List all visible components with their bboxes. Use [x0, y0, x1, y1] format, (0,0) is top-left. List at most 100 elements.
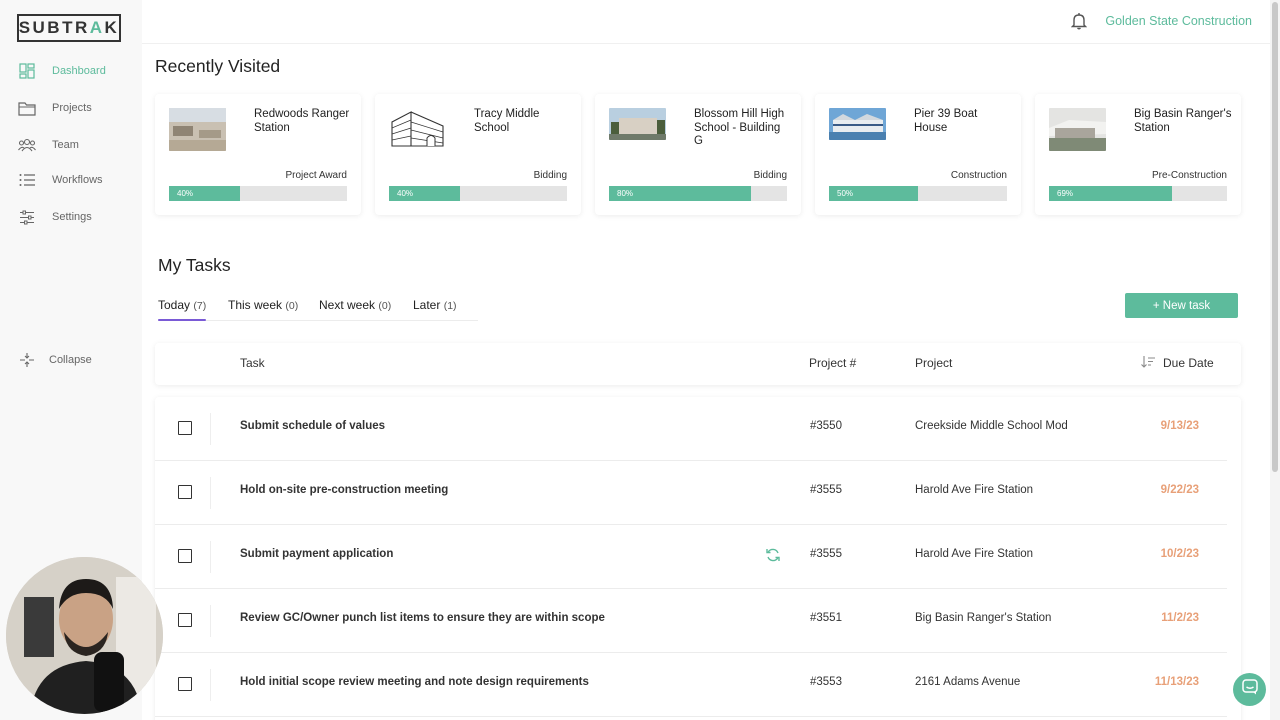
sidebar-item-settings[interactable]: Settings	[18, 207, 92, 227]
due-date: 10/2/23	[1160, 548, 1199, 560]
list-icon	[18, 172, 36, 188]
table-row[interactable]: Hold on-site pre-construction meeting #3…	[155, 461, 1227, 525]
sidebar-item-label: Workflows	[52, 174, 103, 186]
due-date: 9/22/23	[1160, 484, 1199, 496]
tab-count: (1)	[443, 300, 457, 312]
chat-button[interactable]	[1233, 673, 1266, 706]
tab-this-week[interactable]: This week (0)	[228, 298, 298, 312]
company-name[interactable]: Golden State Construction	[1105, 14, 1252, 28]
column-header-task[interactable]: Task	[240, 356, 265, 370]
sort-icon[interactable]	[1141, 356, 1155, 371]
table-row[interactable]: Submit schedule of values #3550 Creeksid…	[155, 397, 1227, 461]
project-thumbnail	[829, 108, 886, 140]
collapse-icon	[18, 352, 36, 368]
tab-today[interactable]: Today (7)	[158, 298, 206, 312]
project-name: Big Basin Ranger's Station	[1134, 108, 1232, 134]
sidebar-item-projects[interactable]: Projects	[18, 98, 92, 118]
sidebar-item-label: Dashboard	[52, 65, 106, 77]
project-card[interactable]: Tracy Middle School Bidding 40%	[375, 94, 581, 215]
progress-fill: 40%	[389, 186, 461, 201]
project-thumbnail	[609, 108, 666, 140]
task-table-header: Task Project # Project Due Date	[155, 343, 1241, 385]
table-row[interactable]: Review GC/Owner punch list items to ensu…	[155, 589, 1227, 653]
project-card[interactable]: Big Basin Ranger's Station Pre-Construct…	[1035, 94, 1241, 215]
collapse-label: Collapse	[49, 354, 92, 366]
new-task-button[interactable]: + New task	[1125, 293, 1238, 318]
project-thumbnail	[169, 108, 226, 151]
row-divider	[210, 541, 211, 573]
dashboard-icon	[18, 63, 36, 79]
progress-fill: 69%	[1049, 186, 1172, 201]
progress-fill: 50%	[829, 186, 918, 201]
sidebar-item-label: Settings	[52, 211, 92, 223]
recently-visited-title: Recently Visited	[155, 56, 281, 76]
progress-bar: 40%	[169, 186, 347, 201]
table-row[interactable]: Submit payment application #3555 Harold …	[155, 525, 1227, 589]
sliders-icon	[18, 209, 36, 225]
project-card[interactable]: Pier 39 Boat House Construction 50%	[815, 94, 1021, 215]
column-header-project-number[interactable]: Project #	[809, 356, 856, 370]
column-header-project[interactable]: Project	[915, 356, 952, 370]
task-name[interactable]: Submit schedule of values	[240, 420, 385, 432]
task-name[interactable]: Review GC/Owner punch list items to ensu…	[240, 612, 605, 624]
bell-icon[interactable]	[1070, 12, 1088, 30]
chat-icon	[1241, 679, 1258, 700]
project-phase: Pre-Construction	[1151, 170, 1227, 181]
tab-label: Next week	[319, 298, 376, 312]
sidebar-item-workflows[interactable]: Workflows	[18, 170, 103, 190]
project-name[interactable]: Harold Ave Fire Station	[915, 548, 1033, 560]
tab-count: (0)	[285, 300, 299, 312]
row-divider	[210, 477, 211, 509]
recurring-icon	[765, 547, 781, 563]
tab-later[interactable]: Later (1)	[413, 298, 457, 312]
project-name[interactable]: Creekside Middle School Mod	[915, 420, 1068, 432]
task-name[interactable]: Hold initial scope review meeting and no…	[240, 676, 589, 688]
task-checkbox[interactable]	[178, 549, 192, 563]
project-name: Pier 39 Boat House	[914, 108, 978, 134]
page-scrollbar[interactable]	[1270, 0, 1280, 720]
scrollbar-thumb[interactable]	[1272, 2, 1278, 472]
progress-fill: 80%	[609, 186, 752, 201]
project-phase: Bidding	[753, 170, 787, 181]
subtrak-logo[interactable]: SUBTR A K	[17, 14, 121, 42]
task-checkbox[interactable]	[178, 421, 192, 435]
tab-divider	[158, 320, 478, 321]
project-number: #3553	[810, 676, 842, 688]
task-checkbox[interactable]	[178, 677, 192, 691]
sidebar-item-label: Projects	[52, 102, 92, 114]
project-phase: Construction	[950, 170, 1007, 181]
row-divider	[210, 669, 211, 701]
tab-next-week[interactable]: Next week (0)	[319, 298, 391, 312]
logo-text-end: K	[104, 18, 120, 37]
progress-bar: 69%	[1049, 186, 1227, 201]
project-name[interactable]: Big Basin Ranger's Station	[915, 612, 1051, 624]
task-checkbox[interactable]	[178, 485, 192, 499]
task-name[interactable]: Hold on-site pre-construction meeting	[240, 484, 448, 496]
tab-label: This week	[228, 298, 283, 312]
sidebar-item-dashboard[interactable]: Dashboard	[18, 61, 106, 81]
sidebar-item-team[interactable]: Team	[18, 135, 79, 155]
project-card[interactable]: Redwoods Ranger Station Project Award 40…	[155, 94, 361, 215]
top-header: Golden State Construction	[142, 0, 1270, 44]
project-card[interactable]: Blossom Hill High School - Building G Bi…	[595, 94, 801, 215]
project-name: Tracy Middle School	[474, 108, 540, 134]
progress-bar: 40%	[389, 186, 567, 201]
project-number: #3551	[810, 612, 842, 624]
folder-icon	[18, 100, 36, 116]
project-name[interactable]: Harold Ave Fire Station	[915, 484, 1033, 496]
sidebar-item-label: Team	[52, 139, 79, 151]
task-table-body: Submit schedule of values #3550 Creeksid…	[155, 397, 1241, 720]
project-name[interactable]: 2161 Adams Avenue	[915, 676, 1020, 688]
task-name[interactable]: Submit payment application	[240, 548, 393, 560]
project-number: #3550	[810, 420, 842, 432]
webcam-overlay	[6, 557, 163, 714]
my-tasks-title: My Tasks	[158, 255, 231, 275]
tab-count: (0)	[378, 300, 392, 312]
main-content: Recently Visited Redwoods Ranger Station…	[142, 44, 1270, 720]
project-number: #3555	[810, 484, 842, 496]
progress-bar: 50%	[829, 186, 1007, 201]
column-header-due-date[interactable]: Due Date	[1163, 356, 1214, 370]
table-row[interactable]: Hold initial scope review meeting and no…	[155, 653, 1227, 717]
collapse-button[interactable]: Collapse	[18, 350, 92, 370]
task-checkbox[interactable]	[178, 613, 192, 627]
